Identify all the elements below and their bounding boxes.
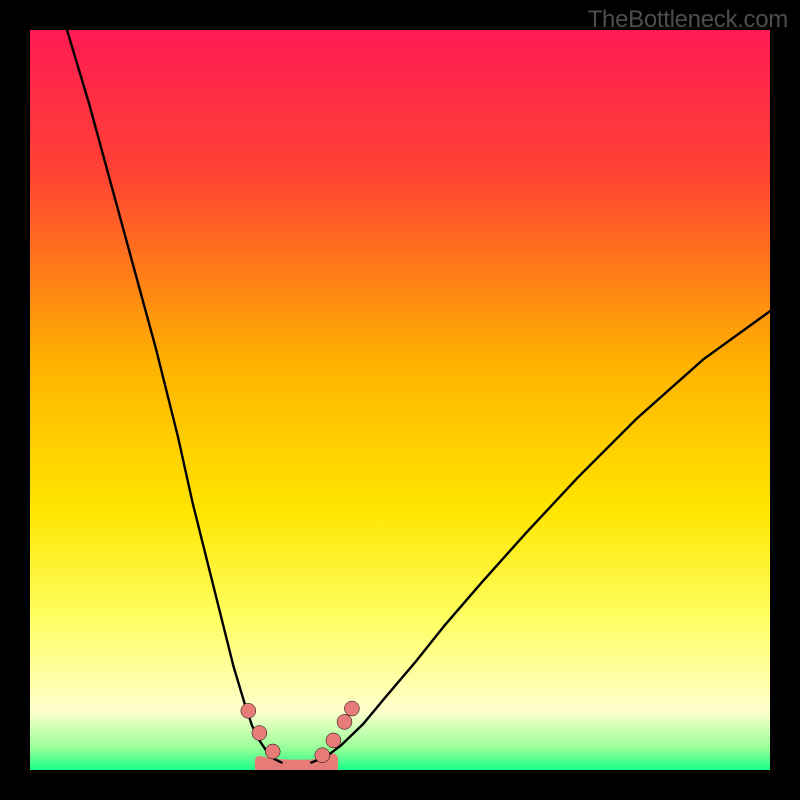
chart-frame: TheBottleneck.com	[0, 0, 800, 800]
marker-right-dots	[337, 714, 352, 729]
marker-left-dots	[241, 703, 256, 718]
marker-left-dots	[265, 744, 280, 759]
marker-right-dots	[344, 701, 359, 716]
marker-right-dots	[326, 733, 341, 748]
marker-left-dots	[252, 726, 267, 741]
marker-right-dots	[315, 748, 330, 763]
plot-area	[30, 30, 770, 770]
chart-svg	[30, 30, 770, 770]
